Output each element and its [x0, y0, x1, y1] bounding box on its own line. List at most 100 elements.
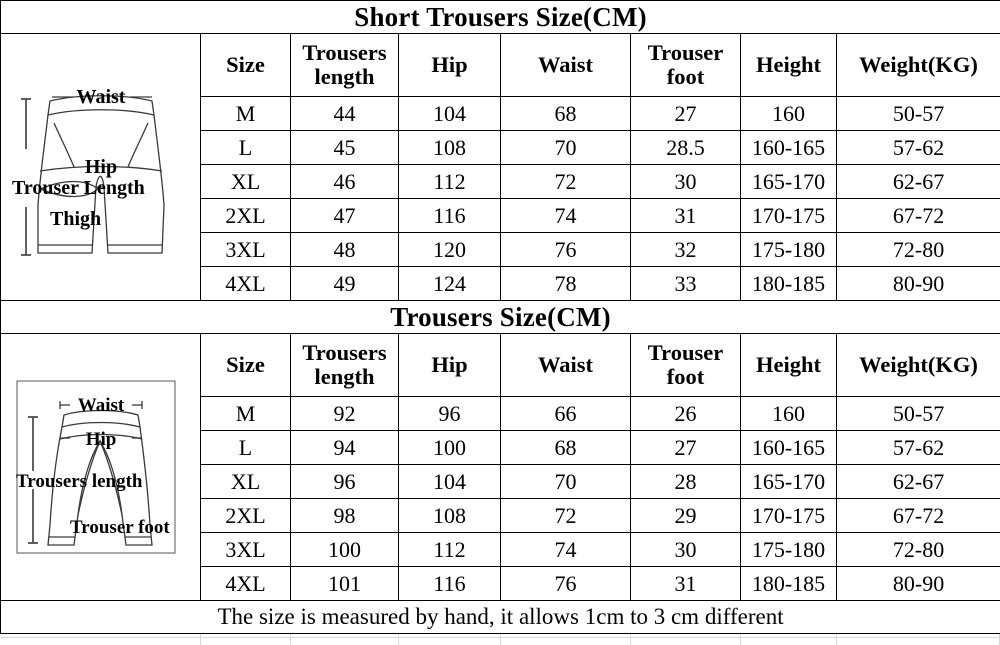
cell-trouser-foot: 31 [630, 198, 741, 233]
cell-weight: 67-72 [835, 198, 1000, 233]
cell-weight: 57-62 [835, 130, 1000, 165]
size-chart-sheet: Short Trousers Size(CM) Waist Hip Trouse… [0, 0, 1000, 645]
trousers-label-waist: Waist [77, 395, 124, 416]
cell-trouser-foot: 30 [630, 164, 741, 199]
cell-weight: 62-67 [835, 164, 1000, 199]
cell-height: 160-165 [740, 430, 837, 465]
cell-hip: 124 [398, 266, 501, 301]
shorts-label-hip: Hip [84, 156, 116, 178]
col-header-hip: Hip [398, 33, 501, 97]
cell-trouser-foot: 27 [630, 430, 741, 465]
trousers-title-row: Trousers Size(CM) [0, 300, 1000, 334]
cell-hip: 112 [398, 532, 501, 567]
shorts-measurement-diagram: Waist Hip Trouser Length Thigh [12, 86, 165, 256]
cell-trousers-length: 101 [290, 566, 399, 601]
cell-size: 3XL [200, 532, 291, 567]
cell-height: 165-170 [740, 464, 837, 499]
cell-waist: 72 [500, 164, 631, 199]
col-header-height: Height [740, 33, 837, 97]
cell-hip: 104 [398, 96, 501, 131]
trousers-label-trousers-length: Trousers length [16, 471, 143, 492]
col-header-size: Size [200, 333, 291, 397]
col-header-weight: Weight(KG) [835, 33, 1000, 97]
cell-trousers-length: 45 [290, 130, 399, 165]
cell-size: 3XL [200, 232, 291, 267]
cell-weight: 57-62 [835, 430, 1000, 465]
cell-weight: 67-72 [835, 498, 1000, 533]
cell-trousers-length: 92 [290, 396, 399, 431]
cell-trousers-length: 46 [290, 164, 399, 199]
cell-trousers-length: 49 [290, 266, 399, 301]
cell-hip: 116 [398, 198, 501, 233]
cell-height: 170-175 [740, 498, 837, 533]
cell-weight: 72-80 [835, 232, 1000, 267]
cell-trousers-length: 100 [290, 532, 399, 567]
cell-trousers-length: 94 [290, 430, 399, 465]
trousers-measurement-diagram: Waist Hip Trousers length Trouser foot [16, 380, 175, 553]
cell-height: 180-185 [740, 266, 837, 301]
col-header-size: Size [200, 33, 291, 97]
trousers-header-row: Waist Hip Trousers length Trouser foot S… [0, 333, 1000, 601]
cell-weight: 80-90 [835, 566, 1000, 601]
shorts-diagram-cell: Waist Hip Trouser Length Thigh [0, 33, 201, 301]
cell-size: M [200, 96, 291, 131]
shorts-label-waist: Waist [76, 86, 125, 108]
short-trousers-size-table: Short Trousers Size(CM) Waist Hip Trouse… [0, 0, 1000, 634]
cell-trouser-foot: 33 [630, 266, 741, 301]
col-header-trouser-foot: Trouser foot [630, 33, 741, 97]
cell-size: L [200, 130, 291, 165]
col-header-trouser-foot: Trouser foot [630, 333, 741, 397]
cell-hip: 112 [398, 164, 501, 199]
cell-height: 170-175 [740, 198, 837, 233]
trousers-label-trouser-foot: Trouser foot [70, 517, 170, 538]
cell-trousers-length: 48 [290, 232, 399, 267]
footer-note-row: The size is measured by hand, it allows … [0, 600, 1000, 634]
cell-trouser-foot: 26 [630, 396, 741, 431]
cell-size: XL [200, 464, 291, 499]
cell-trouser-foot: 32 [630, 232, 741, 267]
cell-weight: 62-67 [835, 464, 1000, 499]
cell-height: 160 [740, 96, 837, 131]
cell-hip: 108 [398, 130, 501, 165]
cell-size: 2XL [200, 198, 291, 233]
cell-hip: 108 [398, 498, 501, 533]
col-header-height: Height [740, 333, 837, 397]
cell-height: 180-185 [740, 566, 837, 601]
cell-waist: 76 [500, 232, 631, 267]
cell-hip: 100 [398, 430, 501, 465]
trousers-diagram-cell: Waist Hip Trousers length Trouser foot [0, 333, 201, 601]
cell-weight: 80-90 [835, 266, 1000, 301]
cell-size: 4XL [200, 566, 291, 601]
cell-height: 175-180 [740, 532, 837, 567]
cell-waist: 66 [500, 396, 631, 431]
cell-waist: 70 [500, 464, 631, 499]
footer-note: The size is measured by hand, it allows … [0, 600, 1000, 634]
cell-size: 2XL [200, 498, 291, 533]
cell-trouser-foot: 29 [630, 498, 741, 533]
cell-weight: 72-80 [835, 532, 1000, 567]
cell-trousers-length: 98 [290, 498, 399, 533]
cell-trouser-foot: 28 [630, 464, 741, 499]
cell-hip: 116 [398, 566, 501, 601]
col-header-weight: Weight(KG) [835, 333, 1000, 397]
cell-waist: 72 [500, 498, 631, 533]
cell-waist: 70 [500, 130, 631, 165]
cell-trousers-length: 47 [290, 198, 399, 233]
shorts-label-thigh: Thigh [50, 208, 101, 230]
cell-waist: 78 [500, 266, 631, 301]
cell-height: 160 [740, 396, 837, 431]
cell-size: 4XL [200, 266, 291, 301]
cell-trouser-foot: 27 [630, 96, 741, 131]
cell-hip: 96 [398, 396, 501, 431]
trousers-label-hip: Hip [85, 429, 116, 450]
col-header-trousers-length: Trousers length [290, 333, 399, 397]
trousers-title: Trousers Size(CM) [0, 300, 1000, 334]
cell-trousers-length: 44 [290, 96, 399, 131]
cell-waist: 68 [500, 430, 631, 465]
cell-size: XL [200, 164, 291, 199]
col-header-hip: Hip [398, 333, 501, 397]
cell-hip: 104 [398, 464, 501, 499]
cell-weight: 50-57 [835, 96, 1000, 131]
cell-waist: 68 [500, 96, 631, 131]
col-header-waist: Waist [500, 333, 631, 397]
